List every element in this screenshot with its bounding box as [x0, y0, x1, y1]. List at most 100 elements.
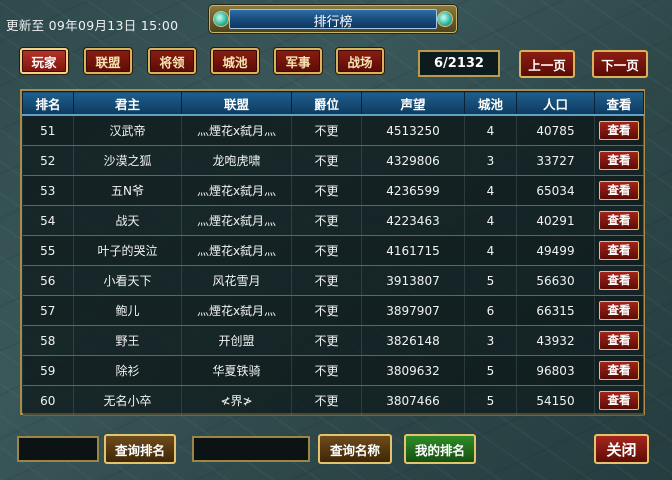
view-button[interactable]: 查看: [599, 181, 639, 200]
cell-prestige: 3897907: [361, 295, 465, 326]
update-timestamp: 更新至 09年09月13日 15:00: [6, 18, 179, 33]
tab-players[interactable]: 玩家: [20, 48, 68, 74]
tab-military[interactable]: 军事: [274, 48, 322, 74]
tab-cities[interactable]: 城池: [211, 48, 259, 74]
view-button[interactable]: 查看: [599, 271, 639, 290]
cell-title: 不更: [291, 355, 362, 386]
cell-rank: 53: [22, 175, 74, 206]
cell-population: 65034: [516, 175, 595, 206]
cell-title: 不更: [291, 205, 362, 236]
cell-population: 40291: [516, 205, 595, 236]
cell-alliance: 灬煙花ⅹ弑月灬: [181, 295, 292, 326]
cell-prestige: 3809632: [361, 355, 465, 386]
view-button[interactable]: 查看: [599, 211, 639, 230]
cell-population: 33727: [516, 145, 595, 176]
cell-prestige: 4223463: [361, 205, 465, 236]
cell-view: 查看: [594, 325, 644, 356]
cell-prestige: 3826148: [361, 325, 465, 356]
cell-alliance: 龙咆虎啸: [181, 145, 292, 176]
table-row: 58 野王 开创盟 不更 3826148 3 43932 查看: [22, 325, 644, 356]
col-header-rank: 排名: [22, 91, 74, 116]
view-button[interactable]: 查看: [599, 151, 639, 170]
rank-search-input[interactable]: [17, 436, 99, 462]
cell-lord: 沙漠之狐: [73, 145, 182, 176]
cell-title: 不更: [291, 385, 362, 416]
cell-view: 查看: [594, 205, 644, 236]
cell-rank: 55: [22, 235, 74, 266]
cell-alliance: 华夏铁骑: [181, 355, 292, 386]
cell-alliance: 灬煙花ⅹ弑月灬: [181, 175, 292, 206]
tab-alliances[interactable]: 联盟: [84, 48, 132, 74]
cell-rank: 56: [22, 265, 74, 296]
col-header-alliance: 联盟: [181, 91, 292, 116]
col-header-population: 人口: [516, 91, 595, 116]
cell-prestige: 4161715: [361, 235, 465, 266]
table-row: 54 战天 灬煙花ⅹ弑月灬 不更 4223463 4 40291 查看: [22, 205, 644, 236]
tab-battlefield[interactable]: 战场: [336, 48, 384, 74]
cell-title: 不更: [291, 265, 362, 296]
cell-view: 查看: [594, 145, 644, 176]
cell-lord: 叶子的哭泣: [73, 235, 182, 266]
cell-population: 49499: [516, 235, 595, 266]
cell-title: 不更: [291, 325, 362, 356]
table-row: 56 小看天下 风花雪月 不更 3913807 5 56630 查看: [22, 265, 644, 296]
cell-cities: 5: [464, 385, 517, 416]
cell-population: 66315: [516, 295, 595, 326]
cell-cities: 4: [464, 235, 517, 266]
cell-rank: 51: [22, 115, 74, 146]
col-header-view: 查看: [594, 91, 644, 116]
cell-lord: 五N爷: [73, 175, 182, 206]
cell-view: 查看: [594, 115, 644, 146]
cell-cities: 5: [464, 355, 517, 386]
table-row: 53 五N爷 灬煙花ⅹ弑月灬 不更 4236599 4 65034 查看: [22, 175, 644, 206]
cell-lord: 野王: [73, 325, 182, 356]
table-row: 59 除衫 华夏铁骑 不更 3809632 5 96803 查看: [22, 355, 644, 386]
col-header-lord: 君主: [73, 91, 182, 116]
cell-view: 查看: [594, 175, 644, 206]
cell-title: 不更: [291, 175, 362, 206]
cell-rank: 60: [22, 385, 74, 416]
cell-alliance: 灬煙花ⅹ弑月灬: [181, 205, 292, 236]
table-row: 57 鲍儿 灬煙花ⅹ弑月灬 不更 3897907 6 66315 查看: [22, 295, 644, 326]
cell-view: 查看: [594, 265, 644, 296]
prev-page-button[interactable]: 上一页: [519, 50, 575, 78]
cell-title: 不更: [291, 115, 362, 146]
cell-population: 56630: [516, 265, 595, 296]
name-search-input[interactable]: [192, 436, 310, 462]
cell-lord: 除衫: [73, 355, 182, 386]
query-name-button[interactable]: 查询名称: [318, 434, 392, 464]
cell-lord: 小看天下: [73, 265, 182, 296]
cell-population: 40785: [516, 115, 595, 146]
cell-alliance: ≮界≯: [181, 385, 292, 416]
cell-lord: 战天: [73, 205, 182, 236]
cell-alliance: 灬煙花ⅹ弑月灬: [181, 115, 292, 146]
cell-title: 不更: [291, 145, 362, 176]
cell-rank: 57: [22, 295, 74, 326]
query-rank-button[interactable]: 查询排名: [104, 434, 176, 464]
cell-cities: 3: [464, 325, 517, 356]
tab-generals[interactable]: 将领: [148, 48, 196, 74]
view-button[interactable]: 查看: [599, 301, 639, 320]
cell-cities: 5: [464, 265, 517, 296]
cell-prestige: 4329806: [361, 145, 465, 176]
view-button[interactable]: 查看: [599, 361, 639, 380]
cell-view: 查看: [594, 385, 644, 416]
view-button[interactable]: 查看: [599, 331, 639, 350]
cell-cities: 4: [464, 205, 517, 236]
my-rank-button[interactable]: 我的排名: [404, 434, 476, 464]
table-header-row: 排名 君主 联盟 爵位 声望 城池 人口 查看: [22, 91, 644, 116]
cell-prestige: 4236599: [361, 175, 465, 206]
view-button[interactable]: 查看: [599, 391, 639, 410]
cell-view: 查看: [594, 295, 644, 326]
next-page-button[interactable]: 下一页: [592, 50, 648, 78]
cell-title: 不更: [291, 235, 362, 266]
cell-view: 查看: [594, 355, 644, 386]
cell-title: 不更: [291, 295, 362, 326]
view-button[interactable]: 查看: [599, 121, 639, 140]
cell-population: 43932: [516, 325, 595, 356]
cell-prestige: 3913807: [361, 265, 465, 296]
close-button[interactable]: 关闭: [594, 434, 649, 464]
cell-rank: 58: [22, 325, 74, 356]
view-button[interactable]: 查看: [599, 241, 639, 260]
cell-cities: 6: [464, 295, 517, 326]
